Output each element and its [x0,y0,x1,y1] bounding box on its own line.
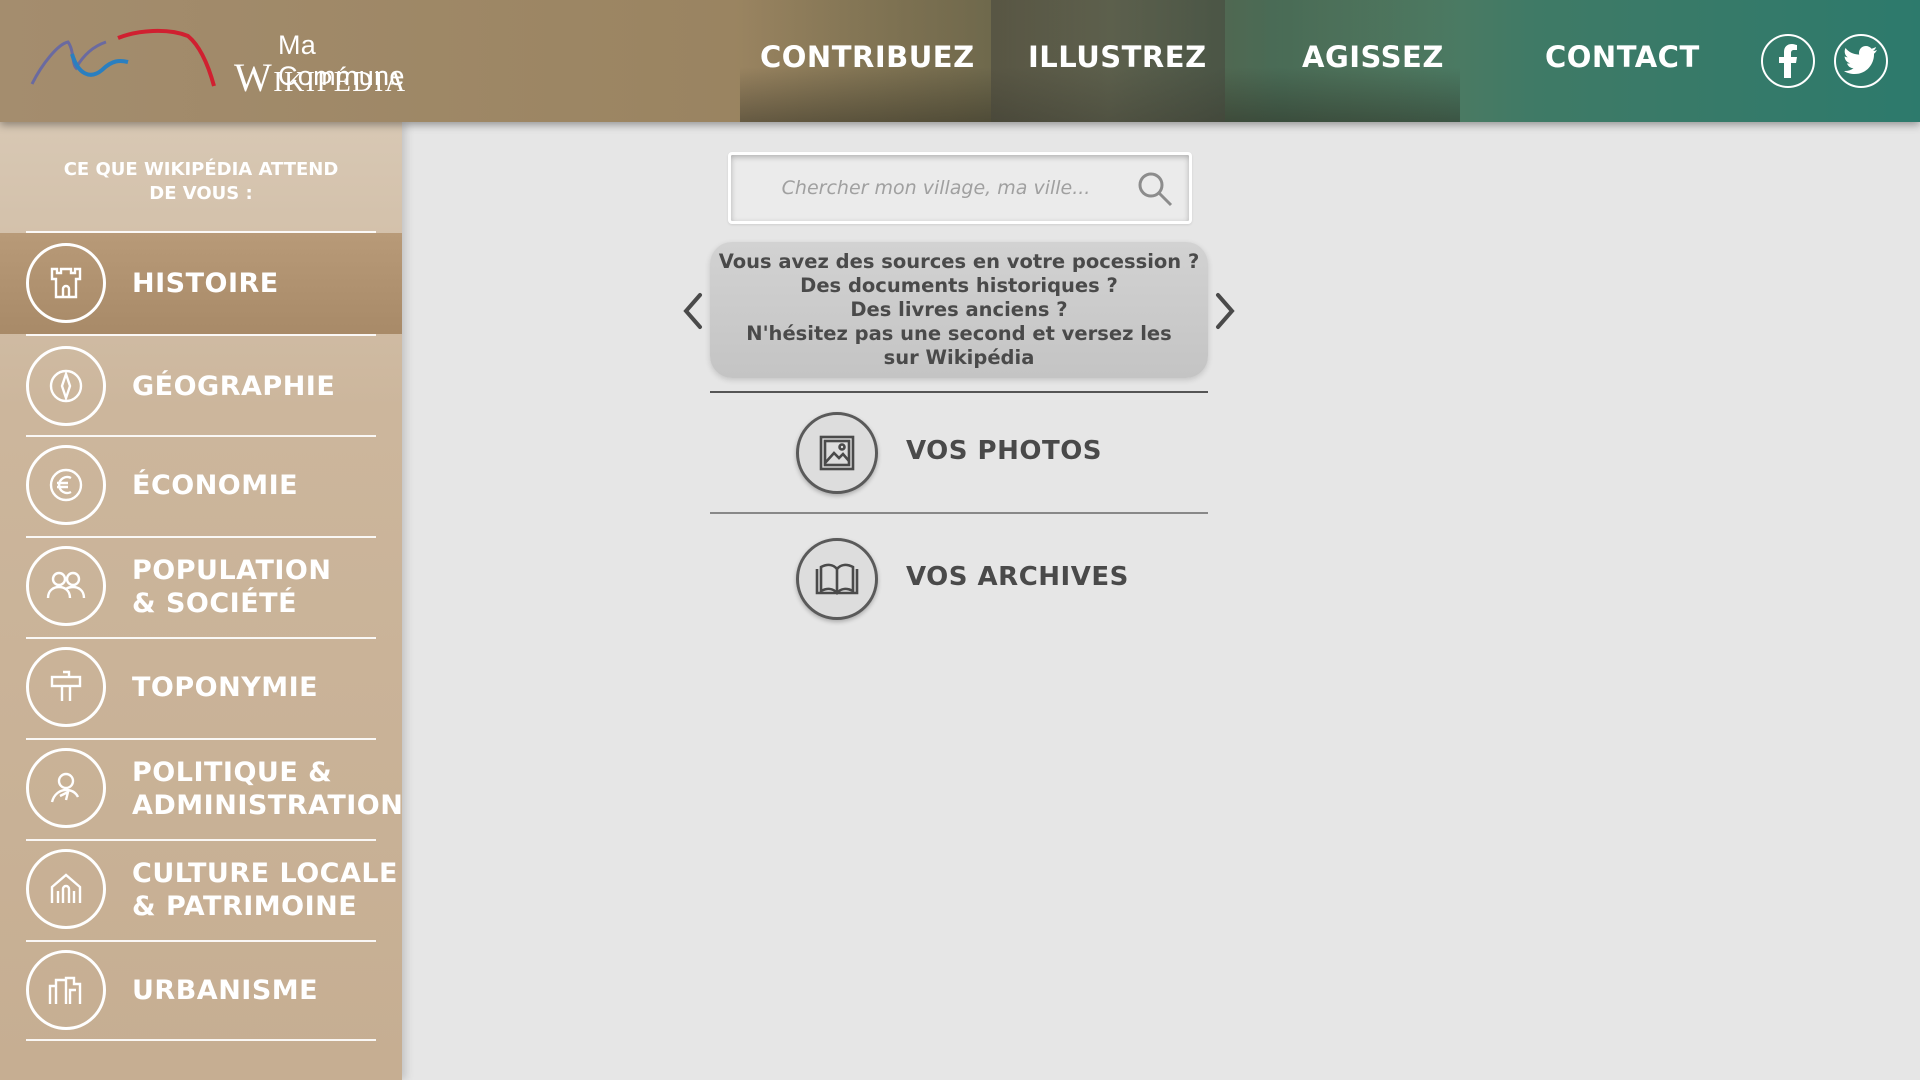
carousel-message: Vous avez des sources en votre pocession… [710,242,1208,378]
vos-photos-label: VOS PHOTOS [906,436,1103,466]
header: Ma Commune Wikipédia CONTRIBUEZ ILLUSTRE… [0,0,1920,122]
sidebar-item-economie[interactable]: ÉCONOMIE [0,435,402,536]
logo[interactable]: Ma Commune Wikipédia [28,24,448,100]
logo-text-line2: Wikipédia [234,55,407,100]
sidebar-item-label: POLITIQUE & ADMINISTRATION [132,738,404,839]
sidebar-item-text: POLITIQUE & [132,756,333,788]
sidebar-item-label: HISTOIRE [132,233,402,334]
vos-archives-label: VOS ARCHIVES [906,562,1129,592]
signpost-icon [26,647,106,727]
facebook-button[interactable] [1761,34,1815,88]
content-divider [710,512,1208,514]
carousel-line: Vous avez des sources en votre pocession… [718,250,1200,273]
logo-map-icon [30,28,216,87]
search-box [728,152,1192,224]
people-icon [26,546,106,626]
vos-photos-button[interactable]: VOS PHOTOS [796,412,1216,494]
facebook-icon [1779,44,1797,78]
nav-illustrez[interactable]: ILLUSTREZ [1028,40,1207,74]
sidebar-item-text: CULTURE LOCALE [132,857,399,889]
sidebar-item-urbanisme[interactable]: URBANISME [0,940,402,1041]
search-input[interactable] [761,165,1111,211]
sidebar-item-toponymie[interactable]: TOPONYMIE [0,637,402,738]
compass-icon [26,346,106,426]
sidebar-item-text: POPULATION [132,554,332,586]
twitter-icon [1844,46,1877,74]
nav-agissez[interactable]: AGISSEZ [1302,40,1444,74]
sidebar-item-histoire[interactable]: HISTOIRE [0,233,402,334]
sidebar-item-culture[interactable]: CULTURE LOCALE & PATRIMOINE [0,839,402,940]
sidebar-heading-line1: CE QUE WIKIPÉDIA ATTEND [63,159,339,180]
sidebar-item-population[interactable]: POPULATION & SOCIÉTÉ [0,536,402,637]
sidebar-heading-line2: DE VOUS : [149,183,253,204]
sidebar-item-text: & PATRIMOINE [132,890,358,922]
sidebar-item-label: URBANISME [132,940,402,1041]
nav-contact[interactable]: CONTACT [1545,40,1700,74]
sidebar-item-text: ADMINISTRATION [132,789,404,821]
sidebar: CE QUE WIKIPÉDIA ATTEND DE VOUS : HISTOI… [0,122,404,1080]
sidebar-item-label: TOPONYMIE [132,637,402,738]
content-divider [710,391,1208,393]
book-icon [796,538,878,620]
buildings-icon [26,950,106,1030]
sidebar-item-label: GÉOGRAPHIE [132,336,402,437]
person-icon [26,748,106,828]
sidebar-item-text: HISTOIRE [132,268,279,299]
vos-archives-button[interactable]: VOS ARCHIVES [796,538,1216,620]
sidebar-item-politique[interactable]: POLITIQUE & ADMINISTRATION [0,738,404,839]
chevron-left-icon [683,293,702,329]
twitter-button[interactable] [1834,34,1888,88]
photo-icon [796,412,878,494]
carousel-line: Des documents historiques ? [800,274,1118,297]
carousel-line: N'hésitez pas une second et versez les [746,322,1172,345]
search-icon [1138,172,1173,207]
carousel-line: sur Wikipédia [883,346,1035,369]
monument-icon [26,849,106,929]
search-button[interactable] [1135,169,1175,209]
sidebar-divider [26,1039,376,1041]
sidebar-item-label: CULTURE LOCALE & PATRIMOINE [132,839,402,940]
carousel-line: Des livres anciens ? [850,298,1068,321]
sidebar-item-label: ÉCONOMIE [132,435,402,536]
chevron-right-icon [1216,293,1235,329]
castle-icon [26,243,106,323]
nav-contribuez[interactable]: CONTRIBUEZ [760,40,975,74]
sidebar-heading: CE QUE WIKIPÉDIA ATTEND DE VOUS : [0,158,402,206]
carousel-prev-button[interactable] [678,290,708,332]
euro-icon [26,445,106,525]
sidebar-item-geographie[interactable]: GÉOGRAPHIE [0,336,402,437]
sidebar-item-text: TOPONYMIE [132,672,319,703]
sidebar-item-text: URBANISME [132,975,319,1006]
sidebar-item-text: ÉCONOMIE [132,470,299,501]
sidebar-item-text: GÉOGRAPHIE [132,371,336,402]
carousel-next-button[interactable] [1210,290,1240,332]
sidebar-item-label: POPULATION & SOCIÉTÉ [132,536,402,637]
sidebar-item-text: & SOCIÉTÉ [132,587,298,619]
